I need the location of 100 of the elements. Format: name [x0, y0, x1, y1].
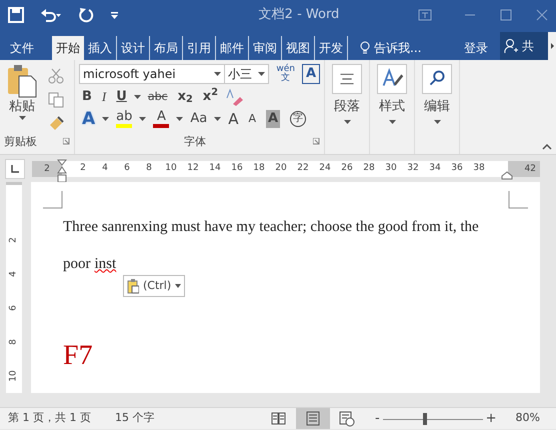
- ribbon-button[interactable]: 样式: [374, 64, 410, 124]
- launcher-icon[interactable]: [313, 138, 320, 146]
- misspelled-word: inst: [94, 254, 116, 274]
- copy-icon[interactable]: [48, 92, 64, 108]
- font-color-button[interactable]: A: [150, 110, 172, 128]
- undo-icon[interactable]: [40, 7, 62, 23]
- ruler-number: 2: [44, 164, 50, 174]
- scroll-right-icon[interactable]: [548, 32, 556, 60]
- share-button[interactable]: 共: [500, 32, 548, 60]
- ruler-number: 10: [164, 162, 178, 175]
- paste-options-button[interactable]: (Ctrl): [123, 275, 186, 297]
- ruler-number: 34: [428, 162, 442, 175]
- ruler-number: 22: [296, 162, 310, 175]
- format-button[interactable]: I: [98, 88, 110, 106]
- zoom-out-button[interactable]: -: [372, 410, 383, 428]
- person-add-icon: [504, 38, 518, 54]
- ruler-number: 18: [252, 162, 266, 175]
- read-mode-icon: [270, 410, 288, 427]
- field-value: 小三: [228, 66, 252, 83]
- ruler-number: 36: [450, 162, 464, 175]
- word-count[interactable]: 15 个字: [114, 410, 154, 427]
- format-button[interactable]: x$_{2}$: [174, 88, 196, 106]
- format-button[interactable]: x$^{2}$: [200, 88, 221, 106]
- heading-text: F7: [63, 339, 94, 373]
- shrink-font-button[interactable]: A: [246, 110, 260, 128]
- format-button[interactable]: abc: [144, 88, 171, 106]
- paste-button[interactable]: 粘贴: [4, 64, 40, 132]
- ruler-number: 42: [524, 164, 536, 174]
- dropdown-caret-icon[interactable]: [139, 117, 146, 121]
- ruler-number: 2: [79, 162, 87, 175]
- dropdown-caret-icon[interactable]: [258, 72, 266, 76]
- page-count[interactable]: 第 1 页，共 1 页: [8, 410, 91, 427]
- caret-icon: [434, 120, 440, 124]
- ruler-number: 12: [186, 162, 200, 175]
- clear-formatting-icon[interactable]: [224, 88, 243, 106]
- search-icon: [422, 64, 452, 94]
- ribbon-tab[interactable]: 开始: [52, 36, 84, 60]
- lightbulb-icon: [360, 41, 370, 55]
- phonetic-text: 文: [281, 74, 290, 83]
- body-text: poor: [63, 254, 90, 274]
- group-label: 剪贴板: [4, 134, 37, 150]
- character-border-button[interactable]: A: [302, 64, 320, 84]
- zoom-slider[interactable]: [382, 412, 483, 426]
- ruler-number: 24: [318, 162, 332, 175]
- save-icon[interactable]: [8, 7, 24, 23]
- ruler-number: 32: [406, 162, 420, 175]
- ribbon-tab[interactable]: 文件: [6, 36, 38, 60]
- ruler-number: 20: [274, 162, 288, 175]
- ribbon-button[interactable]: 编辑: [419, 64, 455, 124]
- close-icon[interactable]: [536, 9, 548, 21]
- zoom-level[interactable]: 80%: [516, 410, 540, 427]
- phonetic-text: wén: [276, 65, 295, 74]
- body-text: Three sanrenxing must have my teacher; choose the good from it, the: [63, 218, 480, 237]
- change-case-button[interactable]: Aa: [187, 110, 210, 128]
- redo-icon[interactable]: [78, 7, 94, 23]
- tab-selector[interactable]: [5, 158, 25, 178]
- ruler-number: 16: [230, 162, 244, 175]
- slider-thumb[interactable]: [422, 412, 427, 424]
- customize-icon[interactable]: [110, 10, 120, 20]
- format-button[interactable]: B: [79, 88, 95, 106]
- tell-me-button[interactable]: 告诉我...: [356, 36, 426, 60]
- ribbon-button[interactable]: 段落: [329, 64, 365, 124]
- dropdown-caret-icon[interactable]: [176, 117, 184, 121]
- ruler-number: 10: [8, 370, 20, 382]
- clipboard-icon: [7, 64, 37, 98]
- zoom-in-button[interactable]: +: [482, 410, 500, 428]
- ruler-number: 6: [123, 162, 131, 175]
- text-effects-button[interactable]: A: [79, 110, 98, 128]
- group-label: 字体: [184, 134, 206, 150]
- grow-font-button[interactable]: A: [225, 110, 242, 128]
- ruler-number: 30: [384, 162, 398, 175]
- ribbon-display-icon[interactable]: [418, 9, 432, 21]
- caret-icon: [344, 120, 350, 124]
- dropdown-caret-icon[interactable]: [102, 117, 110, 121]
- view-button[interactable]: [296, 408, 330, 429]
- ruler-number: 26: [340, 162, 354, 175]
- font-size-field[interactable]: 小三: [224, 64, 270, 84]
- highlight-button[interactable]: ab: [113, 110, 136, 128]
- phonetic-guide-button[interactable]: wén 文: [273, 65, 298, 83]
- dropdown-caret-icon[interactable]: [134, 95, 141, 99]
- ruler-number: 14: [208, 162, 222, 175]
- brush-icon[interactable]: [48, 116, 64, 132]
- ruler-number: 8: [145, 162, 153, 175]
- format-button[interactable]: U: [113, 88, 130, 106]
- dropdown-caret-icon[interactable]: [214, 117, 222, 121]
- ruler-number: 38: [472, 162, 486, 175]
- indent-marker-icon[interactable]: [57, 158, 67, 184]
- web-layout-icon: [338, 410, 356, 427]
- ruler-number: 6: [8, 304, 20, 313]
- sign-in-link[interactable]: 登录: [460, 36, 492, 60]
- launcher-icon[interactable]: [63, 138, 70, 146]
- field-value: microsoft yahei: [83, 66, 176, 83]
- maximize-icon[interactable]: [500, 9, 512, 21]
- ruler-number: 2: [8, 236, 20, 245]
- clipboard-icon: [127, 278, 139, 294]
- collapse-ribbon-icon[interactable]: [542, 144, 552, 150]
- caret-icon: [175, 284, 182, 288]
- dropdown-caret-icon[interactable]: [214, 72, 221, 76]
- font-name-field[interactable]: microsoft yahei: [79, 64, 225, 84]
- right-indent-icon[interactable]: [501, 170, 513, 180]
